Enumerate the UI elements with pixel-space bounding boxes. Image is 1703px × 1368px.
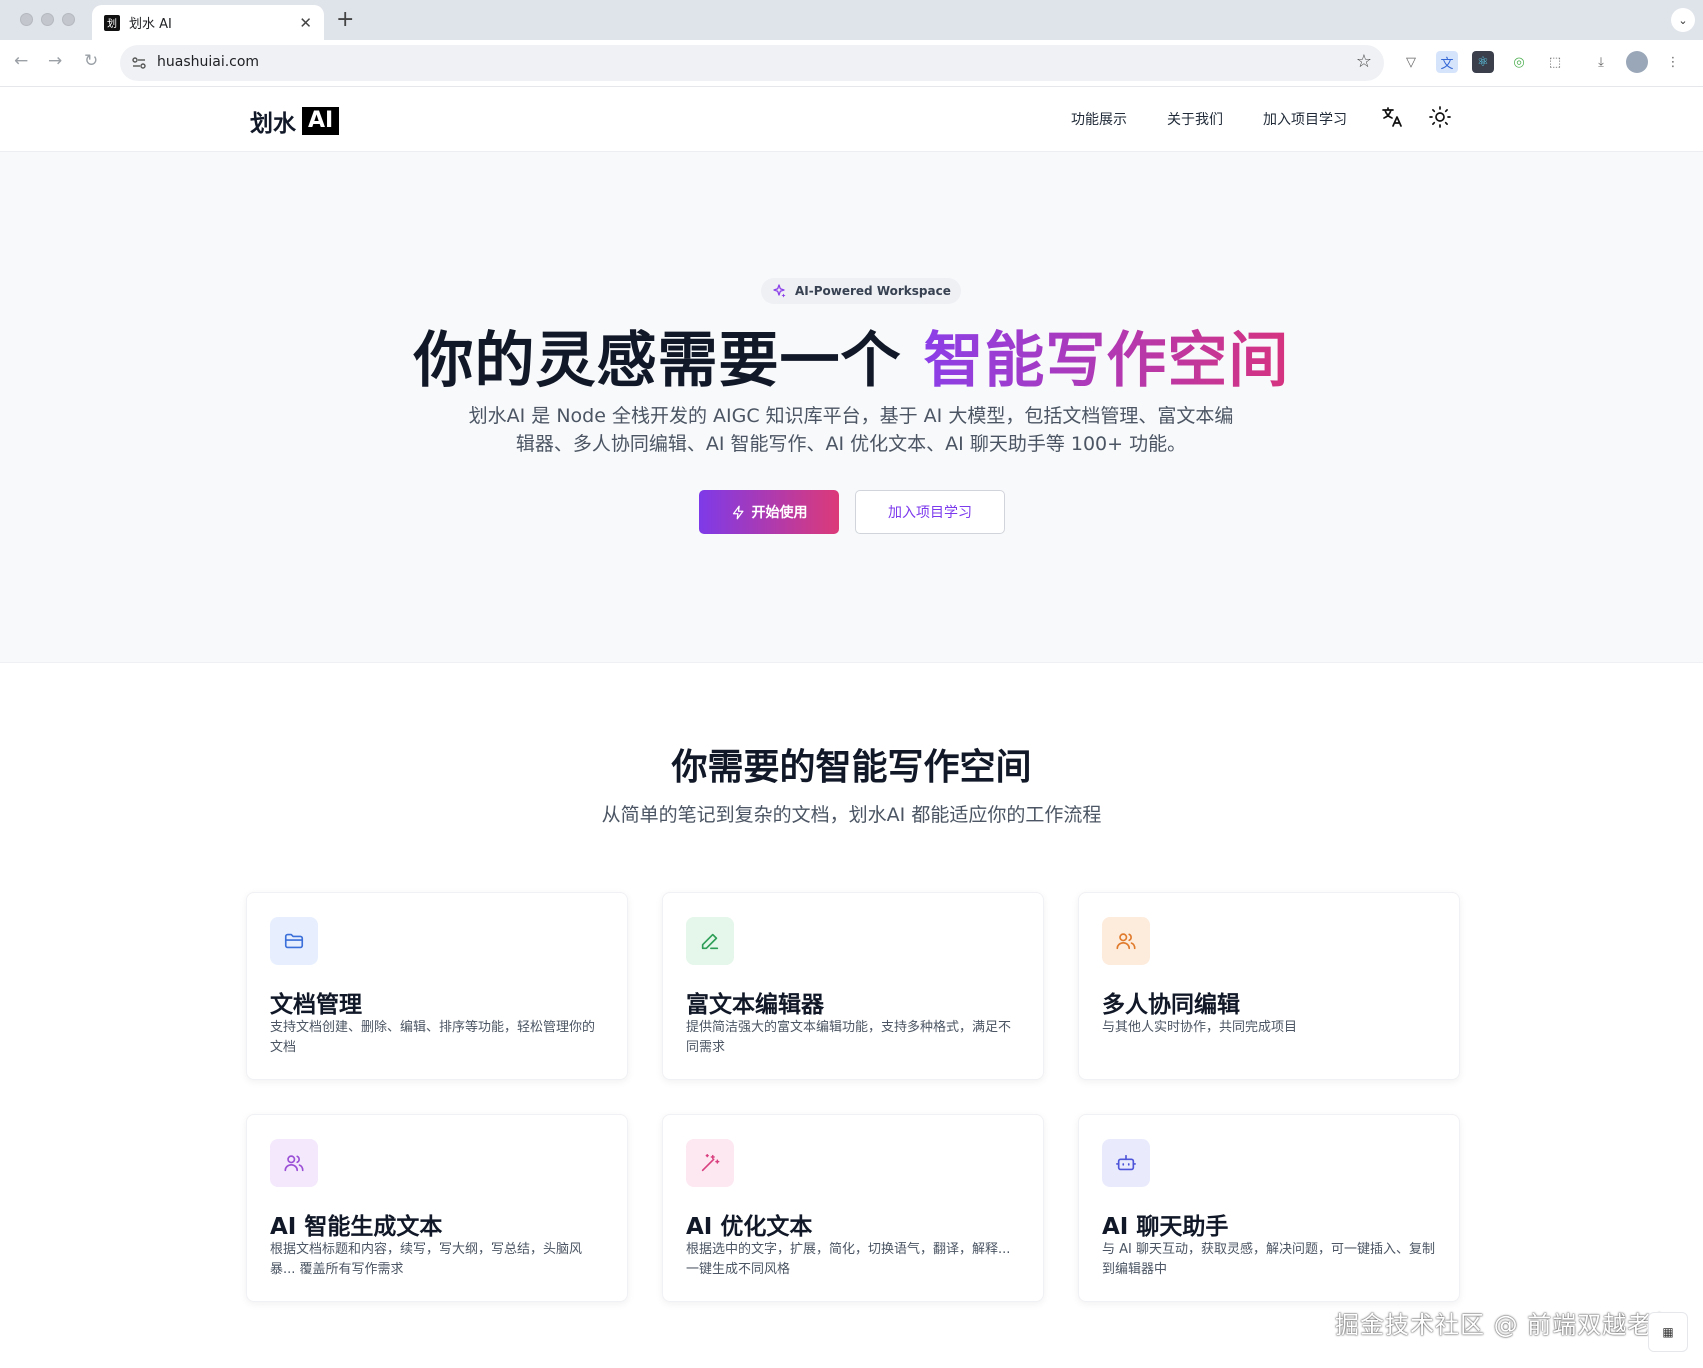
nav-join-project[interactable]: 加入项目学习 [1263, 109, 1347, 129]
maximize-window-button[interactable] [62, 13, 75, 26]
feature-title: AI 智能生成文本 [270, 1214, 443, 1240]
hero-badge: AI-Powered Workspace [761, 278, 961, 304]
feature-icon-box [686, 917, 734, 965]
feature-card[interactable]: 富文本编辑器 提供简洁强大的富文本编辑功能，支持多种格式，满足不同需求 [662, 892, 1044, 1080]
url-text[interactable]: huashuiai.com [157, 54, 259, 70]
join-project-label: 加入项目学习 [888, 505, 972, 521]
feature-card[interactable]: 多人协同编辑与其他人实时协作，共同完成项目 [1078, 892, 1460, 1080]
logo[interactable]: 划水 AI [250, 104, 340, 138]
feature-card[interactable]: 文档管理 支持文档创建、删除、编辑、排序等功能，轻松管理你的文档 [246, 892, 628, 1080]
profile-avatar[interactable] [1626, 51, 1648, 73]
bot-icon [1116, 1154, 1136, 1171]
get-started-label: 开始使用 [751, 505, 808, 521]
features-subtitle: 从简单的笔记到复杂的文档，划水AI 都能适应你的工作流程 [601, 804, 1102, 826]
feature-description: 根据文档标题和内容，续写，写大纲，写总结，头脑风暴... 覆盖所有写作需求 [270, 1242, 583, 1277]
hero-title: 你的灵感需要一个 智能写作空间 [0, 312, 1703, 399]
site-settings-icon[interactable] [130, 54, 148, 72]
feature-icon-box [270, 917, 318, 965]
feature-description: 根据选中的文字，扩展，简化，切换语气，翻译，解释... 一键生成不同风格 [686, 1242, 1011, 1277]
feature-card[interactable]: AI 智能生成文本 根据文档标题和内容，续写，写大纲，写总结，头脑风暴... 覆盖… [246, 1114, 628, 1302]
browser-tab[interactable]: 划 划水 AI ✕ [92, 5, 324, 40]
tab-favicon: 划 [104, 14, 120, 31]
users-icon [284, 1155, 304, 1172]
hero-title-plain: 你的灵感需要一个 [413, 326, 924, 396]
users-icon [1116, 933, 1136, 950]
feature-card[interactable]: AI 优化文本 根据选中的文字，扩展，简化，切换语气，翻译，解释... 一键生成不… [662, 1114, 1044, 1302]
address-bar[interactable]: huashuiai.com ☆ [120, 45, 1384, 81]
feature-title: AI 聊天助手 [1102, 1214, 1229, 1240]
feature-description: 与 AI 聊天互动，获取灵感，解决问题，可一键插入、复制到编辑器中 [1102, 1242, 1435, 1277]
browser-menu-icon[interactable]: ⋮ [1662, 51, 1684, 73]
sparkles-icon [773, 284, 786, 298]
join-project-button[interactable]: 加入项目学习 [855, 490, 1005, 534]
close-window-button[interactable] [20, 13, 33, 26]
language-icon[interactable] [1380, 105, 1404, 129]
reload-icon[interactable]: ↻ [84, 51, 98, 71]
browser-tabbar: 划 划水 AI ✕ + ⌄ [0, 0, 1703, 40]
hero-description: 划水AI 是 Node 全栈开发的 AIGC 知识库平台，基于 AI 大模型，包… [468, 405, 1234, 455]
feature-card[interactable]: AI 聊天助手与 AI 聊天互动，获取灵感，解决问题，可一键插入、复制到编辑器中 [1078, 1114, 1460, 1302]
sun-theme-icon[interactable] [1428, 105, 1452, 129]
tab-title: 划水 AI [129, 17, 172, 32]
logo-text: 划水 [250, 111, 296, 137]
main-nav: 功能展示 关于我们 加入项目学习 [1071, 109, 1347, 129]
feature-title: AI 优化文本 [686, 1214, 813, 1240]
vue-devtools-icon[interactable]: ▽ [1400, 51, 1422, 73]
get-started-button[interactable]: 开始使用 [699, 490, 839, 534]
feature-icon-box [270, 1139, 318, 1187]
nav-about[interactable]: 关于我们 [1167, 109, 1223, 129]
feature-icon-box [1102, 1139, 1150, 1187]
tab-close-icon[interactable]: ✕ [299, 14, 312, 32]
feature-icon-box [1102, 917, 1150, 965]
magic-wand-icon [701, 1154, 720, 1172]
nav-features[interactable]: 功能展示 [1071, 109, 1127, 129]
translate-extension-icon[interactable]: 文 [1436, 51, 1458, 73]
back-icon[interactable]: ← [14, 51, 28, 71]
hero-section: AI-Powered Workspace 你的灵感需要一个 智能写作空间 划水A… [0, 152, 1703, 663]
folder-icon [284, 933, 304, 949]
zap-icon [732, 505, 743, 519]
hero-title-highlight: 智能写作空间 [923, 326, 1290, 396]
feature-title: 文档管理 [270, 992, 362, 1018]
site-header: 划水 AI 功能展示 关于我们 加入项目学习 [0, 87, 1703, 152]
browser-toolbar: ← → ↻ huashuiai.com ☆ ▽ 文 ⚛ ◎ ⬚ ⤓ ⋮ [0, 40, 1703, 87]
tab-search-chevron-icon[interactable]: ⌄ [1671, 8, 1695, 32]
features-title: 你需要的智能写作空间 [671, 747, 1032, 788]
new-tab-icon[interactable]: + [336, 7, 354, 32]
feature-description: 提供简洁强大的富文本编辑功能，支持多种格式，满足不同需求 [686, 1020, 1012, 1055]
feature-icon-box [686, 1139, 734, 1187]
download-icon[interactable]: ⤓ [1590, 51, 1612, 73]
puzzle-extensions-icon[interactable]: ⬚ [1544, 51, 1566, 73]
extensions-area: ▽ 文 ⚛ ◎ ⬚ ⤓ ⋮ [1400, 51, 1684, 73]
feature-title: 多人协同编辑 [1102, 992, 1240, 1018]
forward-icon[interactable]: → [48, 51, 62, 71]
bookmark-star-icon[interactable]: ☆ [1356, 51, 1372, 72]
feature-description: 支持文档创建、删除、编辑、排序等功能，轻松管理你的文档 [270, 1020, 596, 1055]
feature-title: 富文本编辑器 [686, 992, 824, 1018]
qr-code-icon[interactable]: ▦ [1648, 1312, 1688, 1352]
watermark: 掘金技术社区 @ 前端双越老师 [1335, 1311, 1678, 1339]
color-extension-icon[interactable]: ◎ [1508, 51, 1530, 73]
pencil-icon [701, 933, 719, 950]
minimize-window-button[interactable] [41, 13, 54, 26]
feature-description: 与其他人实时协作，共同完成项目 [1102, 1020, 1298, 1035]
logo-badge: AI [302, 107, 340, 135]
window-controls [20, 13, 75, 26]
react-devtools-icon[interactable]: ⚛ [1472, 51, 1494, 73]
hero-badge-text: AI-Powered Workspace [795, 284, 951, 298]
